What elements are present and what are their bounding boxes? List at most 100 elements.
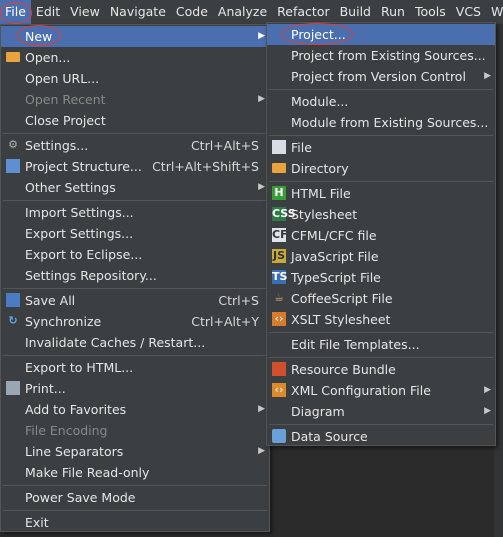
menu-item-label: Export Settings... [25, 226, 134, 241]
submenu-arrow-icon: ▶ [258, 94, 265, 104]
new-html-file[interactable]: H HTML File [267, 183, 495, 204]
file-export-settings[interactable]: Export Settings... [1, 223, 269, 244]
menu-item-label: Make File Read-only [25, 465, 150, 480]
menu-item-label: JavaScript File [291, 249, 379, 264]
menubar-window[interactable]: W [486, 0, 503, 24]
menubar-code[interactable]: Code [171, 0, 213, 24]
submenu-arrow-icon: ▶ [258, 404, 265, 414]
folder-icon [6, 52, 20, 62]
menubar-file[interactable]: File [0, 0, 31, 24]
file-import-settings[interactable]: Import Settings... [1, 202, 269, 223]
file-settings-repository[interactable]: Settings Repository... [1, 265, 269, 286]
menu-item-label: Diagram [291, 404, 345, 419]
file-export-eclipse[interactable]: Export to Eclipse... [1, 244, 269, 265]
file-synchronize[interactable]: ↻ Synchronize Ctrl+Alt+Y [1, 311, 269, 332]
file-open-url[interactable]: Open URL... [1, 68, 269, 89]
menubar-run[interactable]: Run [376, 0, 410, 24]
menubar-build[interactable]: Build [335, 0, 376, 24]
file-make-read-only[interactable]: Make File Read-only [1, 462, 269, 483]
submenu-arrow-icon: ▶ [258, 182, 265, 192]
submenu-arrow-icon: ▶ [484, 71, 491, 81]
menu-item-label: Project from Existing Sources... [291, 48, 486, 63]
file-other-settings[interactable]: Other Settings ▶ [1, 177, 269, 198]
new-project-existing[interactable]: Project from Existing Sources... [267, 45, 495, 66]
file-print[interactable]: Print... [1, 378, 269, 399]
menu-item-label: Open... [25, 50, 71, 65]
new-xml-config[interactable]: ‹› XML Configuration File ▶ [267, 380, 495, 401]
file-line-separators[interactable]: Line Separators ▶ [1, 441, 269, 462]
menu-item-label: Project Structure... [25, 159, 142, 174]
file-exit[interactable]: Exit [1, 512, 269, 533]
xml-file-icon: ‹› [272, 383, 286, 397]
menu-separator [269, 89, 493, 90]
css-file-icon: CSS [272, 207, 296, 221]
file-add-favorites[interactable]: Add to Favorites ▶ [1, 399, 269, 420]
menu-item-label: CFML/CFC file [291, 228, 377, 243]
new-project-vcs[interactable]: Project from Version Control ▶ [267, 66, 495, 87]
html-file-icon: H [272, 186, 286, 200]
menu-item-label: Invalidate Caches / Restart... [25, 335, 206, 350]
menu-item-label: Module from Existing Sources... [291, 115, 489, 130]
menu-separator [269, 332, 493, 333]
menu-item-label: Save All [25, 293, 76, 308]
menubar-refactor[interactable]: Refactor [272, 0, 334, 24]
new-diagram[interactable]: Diagram ▶ [267, 401, 495, 422]
file-open[interactable]: Open... [1, 47, 269, 68]
file-save-all[interactable]: Save All Ctrl+S [1, 290, 269, 311]
menu-item-label: Open Recent [25, 92, 106, 107]
menubar-view[interactable]: View [65, 0, 105, 24]
menu-item-label: XSLT Stylesheet [291, 312, 391, 327]
data-source-icon [272, 429, 286, 443]
menubar-navigate[interactable]: Navigate [105, 0, 171, 24]
menu-item-label: Data Source [291, 429, 368, 444]
new-project[interactable]: Project... [267, 24, 495, 45]
menu-separator [3, 510, 267, 511]
file-close-project[interactable]: Close Project [1, 110, 269, 131]
new-xslt-stylesheet[interactable]: ‹› XSLT Stylesheet [267, 309, 495, 330]
menu-separator [269, 181, 493, 182]
new-edit-file-templates[interactable]: Edit File Templates... [267, 334, 495, 355]
menu-item-label: Project... [291, 27, 346, 42]
menu-item-label: Power Save Mode [25, 490, 136, 505]
new-module[interactable]: Module... [267, 91, 495, 112]
new-resource-bundle[interactable]: Resource Bundle [267, 359, 495, 380]
menu-item-label: Export to HTML... [25, 360, 134, 375]
menubar-analyze[interactable]: Analyze [213, 0, 272, 24]
file-encoding: File Encoding [1, 420, 269, 441]
menu-item-label: Line Separators [25, 444, 124, 459]
file-open-recent: Open Recent ▶ [1, 89, 269, 110]
menu-item-label: XML Configuration File [291, 383, 431, 398]
printer-icon [6, 381, 20, 395]
menubar-tools[interactable]: Tools [410, 0, 451, 24]
menu-item-label: Settings... [25, 138, 89, 153]
new-stylesheet[interactable]: CSS Stylesheet [267, 204, 495, 225]
file-project-structure[interactable]: Project Structure... Ctrl+Alt+Shift+S [1, 156, 269, 177]
menu-separator [3, 288, 267, 289]
new-file[interactable]: File [267, 137, 495, 158]
menu-separator [269, 357, 493, 358]
file-new[interactable]: New ▶ [1, 26, 269, 47]
menubar-vcs[interactable]: VCS [451, 0, 486, 24]
resource-bundle-icon [272, 362, 286, 376]
submenu-arrow-icon: ▶ [484, 385, 491, 395]
new-javascript-file[interactable]: JS JavaScript File [267, 246, 495, 267]
menu-item-label: Edit File Templates... [291, 337, 420, 352]
menu-item-label: File Encoding [25, 423, 108, 438]
new-coffeescript-file[interactable]: ☕ CoffeeScript File [267, 288, 495, 309]
menu-separator [269, 424, 493, 425]
menubar-edit[interactable]: Edit [31, 0, 65, 24]
menu-item-label: Import Settings... [25, 205, 134, 220]
menu-item-shortcut: Ctrl+S [218, 293, 259, 308]
new-data-source[interactable]: Data Source [267, 426, 495, 447]
new-typescript-file[interactable]: TS TypeScript File [267, 267, 495, 288]
file-invalidate-caches[interactable]: Invalidate Caches / Restart... [1, 332, 269, 353]
menu-item-label: HTML File [291, 186, 351, 201]
new-directory[interactable]: Directory [267, 158, 495, 179]
file-settings[interactable]: ⚙ Settings... Ctrl+Alt+S [1, 135, 269, 156]
new-cfml-file[interactable]: CF CFML/CFC file [267, 225, 495, 246]
file-power-save[interactable]: Power Save Mode [1, 487, 269, 508]
new-module-existing[interactable]: Module from Existing Sources... [267, 112, 495, 133]
menu-item-label: Export to Eclipse... [25, 247, 143, 262]
file-export-html[interactable]: Export to HTML... [1, 357, 269, 378]
menu-separator [3, 355, 267, 356]
